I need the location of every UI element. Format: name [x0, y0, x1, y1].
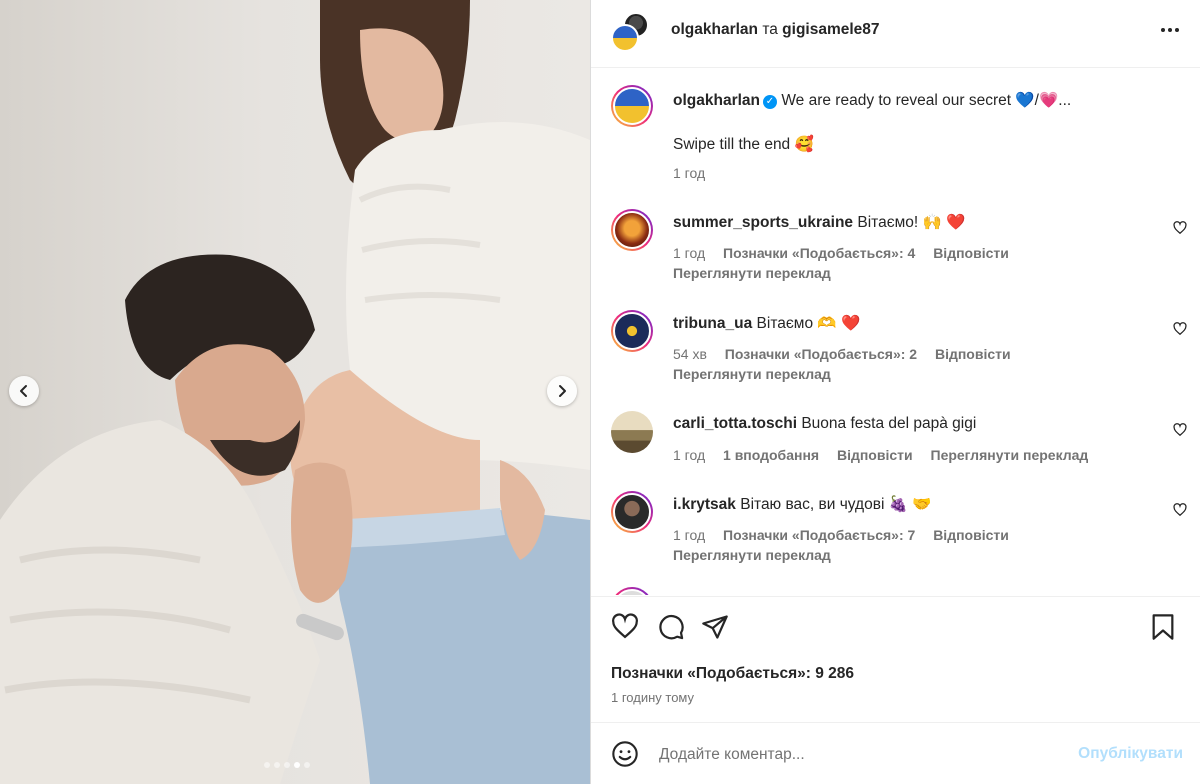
like-comment-icon[interactable]: [1173, 221, 1187, 235]
reply-button[interactable]: Відповісти: [933, 527, 1009, 543]
post-header: olgakharlan та gigisamele87: [591, 0, 1200, 68]
carousel-dot: [274, 762, 280, 768]
post-photo: [0, 0, 590, 784]
next-slide-button[interactable]: [547, 376, 577, 406]
comments-list[interactable]: olgakharlan ✓ We are ready to reveal our …: [591, 69, 1200, 595]
comment-time: 1 год: [673, 447, 706, 463]
see-translation-button[interactable]: Переглянути переклад: [931, 447, 1089, 463]
likes-count[interactable]: Позначки «Подобається»: 9 286: [611, 665, 854, 683]
comment-time: 1 год: [673, 245, 706, 261]
author-link[interactable]: olgakharlan: [671, 21, 758, 38]
like-comment-icon[interactable]: [1173, 423, 1187, 437]
author-conjunction: та: [762, 21, 778, 38]
caption-time: 1 год: [673, 165, 706, 181]
comment-likes-button[interactable]: Позначки «Подобається»: 2: [725, 346, 917, 362]
publish-button[interactable]: Опублікувати: [1078, 745, 1183, 763]
post-media: [0, 0, 590, 784]
caption-line2: Swipe till the end 🥰: [673, 136, 814, 153]
post-authors: olgakharlan та gigisamele87: [671, 21, 880, 39]
comment-likes-button[interactable]: Позначки «Подобається»: 7: [723, 527, 915, 543]
carousel-indicator: [264, 762, 310, 768]
verified-badge-icon: ✓: [763, 95, 777, 109]
reply-button[interactable]: Відповісти: [933, 245, 1009, 261]
reply-button[interactable]: Відповісти: [837, 447, 913, 463]
comment-username[interactable]: summer_sports_ukraine: [673, 214, 853, 231]
like-comment-icon[interactable]: [1173, 503, 1187, 517]
see-translation-button[interactable]: Переглянути переклад: [673, 547, 831, 563]
see-translation-button[interactable]: Переглянути переклад: [673, 366, 831, 382]
heart-icon[interactable]: [611, 613, 639, 641]
avatar[interactable]: [611, 411, 653, 453]
emoji-icon[interactable]: [611, 740, 639, 768]
comment-text: Вітаємо 🫶 ❤️: [756, 315, 861, 332]
post-panel: olgakharlan та gigisamele87 olgakharlan ✓…: [590, 0, 1200, 784]
avatar[interactable]: [611, 209, 653, 251]
caption-username[interactable]: olgakharlan: [673, 92, 760, 109]
collab-avatars[interactable]: [611, 12, 655, 54]
bookmark-icon[interactable]: [1150, 613, 1176, 641]
avatar[interactable]: [611, 491, 653, 533]
carousel-dot: [294, 762, 300, 768]
like-comment-icon[interactable]: [1173, 322, 1187, 336]
comment-likes-button[interactable]: Позначки «Подобається»: 4: [723, 245, 915, 261]
comment-text: Buona festa del papà gigi: [801, 415, 977, 432]
more-options-icon[interactable]: [1161, 28, 1179, 32]
comment-username[interactable]: i.krytsak: [673, 496, 736, 513]
avatar[interactable]: [611, 310, 653, 352]
chevron-right-icon: [559, 385, 566, 397]
avatar: [611, 24, 639, 52]
comment-likes-button[interactable]: 1 вподобання: [723, 447, 819, 463]
comment-composer: Опублікувати: [591, 722, 1200, 784]
comment-text: Вітаємо! 🙌 ❤️: [857, 214, 966, 231]
post-time: 1 годину тому: [611, 690, 695, 705]
reply-button[interactable]: Відповісти: [935, 346, 1011, 362]
see-translation-button[interactable]: Переглянути переклад: [673, 265, 831, 281]
comment-username[interactable]: tribuna_ua: [673, 315, 752, 332]
previous-slide-button[interactable]: [9, 376, 39, 406]
avatar[interactable]: [611, 587, 653, 595]
avatar[interactable]: [611, 85, 653, 127]
carousel-dot: [264, 762, 270, 768]
caption-text: We are ready to reveal our secret 💙/💗...: [781, 92, 1072, 109]
share-icon[interactable]: [701, 613, 729, 641]
comment-icon[interactable]: [657, 613, 685, 641]
comment-time: 54 хв: [673, 346, 707, 362]
post-actions: Позначки «Подобається»: 9 286 1 годину т…: [591, 596, 1200, 718]
carousel-dot: [284, 762, 290, 768]
carousel-dot: [304, 762, 310, 768]
chevron-left-icon: [20, 385, 27, 397]
comment-username[interactable]: carli_totta.toschi: [673, 415, 797, 432]
comment-text: Вітаю вас, ви чудові 🍇 🤝: [740, 496, 932, 513]
comment-input[interactable]: [659, 743, 1059, 767]
author-link[interactable]: gigisamele87: [782, 21, 879, 38]
comment-time: 1 год: [673, 527, 706, 543]
